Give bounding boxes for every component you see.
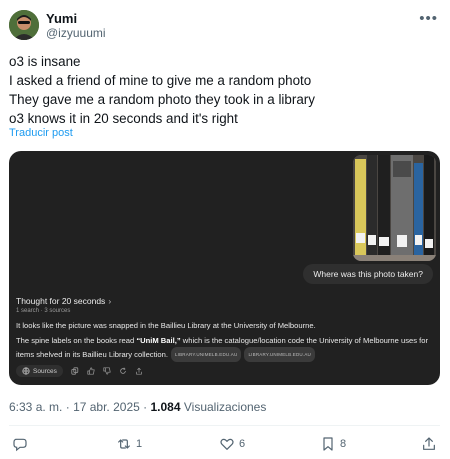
share-button[interactable] <box>421 436 437 452</box>
display-name[interactable]: Yumi <box>46 11 77 26</box>
regenerate-icon <box>120 367 126 374</box>
like-button[interactable]: 6 <box>219 436 245 452</box>
view-count: 1.084 <box>150 400 181 414</box>
heart-icon <box>220 438 234 450</box>
search-sources-count: 1 search · 3 sources <box>16 308 71 314</box>
media-screenshot[interactable]: Where was this photo taken? Thought for … <box>9 151 440 385</box>
answer-toolbar: Sources <box>16 365 143 377</box>
thumbs-up-icon <box>87 367 95 375</box>
answer-text: The spine labels on the books read <box>16 336 137 345</box>
translate-post-link[interactable]: Traducir post <box>9 127 73 139</box>
post-time[interactable]: 6:33 a. m. <box>9 400 62 414</box>
tweet-line: I asked a friend of mine to give me a ra… <box>9 73 312 88</box>
views-label: Visualizaciones <box>183 400 267 414</box>
source-chip: LIBRARY.UNIMELB.EDU.AU <box>170 347 242 362</box>
sources-button: Sources <box>16 365 63 377</box>
tweet-line: o3 is insane <box>9 54 81 69</box>
separator: · <box>65 400 70 414</box>
thumbs-down-icon <box>103 367 111 375</box>
tweet-text: o3 is insane I asked a friend of mine to… <box>9 52 439 128</box>
bookmark-button[interactable]: 8 <box>320 436 346 452</box>
thought-duration[interactable]: Thought for 20 seconds › <box>16 296 111 306</box>
user-question-bubble: Where was this photo taken? <box>303 264 433 284</box>
repost-count: 1 <box>136 438 143 450</box>
source-chip: LIBRARY.UNIMELB.EDU.AU <box>244 347 315 362</box>
answer-paragraph-2: The spine labels on the books read “UniM… <box>16 334 434 362</box>
assistant-answer: It looks like the picture was snapped in… <box>16 319 434 364</box>
avatar-image <box>9 10 39 40</box>
share-icon <box>423 437 435 450</box>
bookmark-icon <box>323 437 333 451</box>
tweet-line: They gave me a random photo they took in… <box>9 92 315 107</box>
answer-bold-text: “UniM Bail,” <box>136 336 181 345</box>
library-shelf-photo <box>353 155 436 261</box>
divider <box>9 425 440 426</box>
globe-icon <box>22 367 30 375</box>
repost-button[interactable]: 1 <box>116 436 142 452</box>
tweet: Yumi @izyuuumi ••• o3 is insane I asked … <box>0 0 450 459</box>
avatar[interactable] <box>9 10 39 40</box>
like-count: 6 <box>239 438 246 450</box>
sources-label: Sources <box>33 367 57 375</box>
post-date[interactable]: 17 abr. 2025 <box>73 400 140 414</box>
thought-label: Thought for 20 seconds <box>16 296 106 306</box>
tweet-line: o3 knows it in 20 seconds and it's right <box>9 111 238 126</box>
share-icon <box>136 367 142 375</box>
bookmark-count: 8 <box>340 438 347 450</box>
chevron-right-icon: › <box>108 296 112 306</box>
repost-icon <box>118 439 130 449</box>
post-meta: 6:33 a. m. · 17 abr. 2025 · 1.084 Visual… <box>9 400 266 414</box>
separator: · <box>143 400 148 414</box>
user-handle[interactable]: @izyuuumi <box>46 26 106 40</box>
answer-paragraph-1: It looks like the picture was snapped in… <box>16 321 316 330</box>
action-bar: 1 6 8 <box>0 436 450 456</box>
reply-button[interactable] <box>12 436 32 452</box>
reply-icon <box>13 438 27 452</box>
bookshelf-image <box>353 155 436 261</box>
more-options-icon[interactable]: ••• <box>419 10 438 27</box>
copy-icon <box>71 367 79 375</box>
